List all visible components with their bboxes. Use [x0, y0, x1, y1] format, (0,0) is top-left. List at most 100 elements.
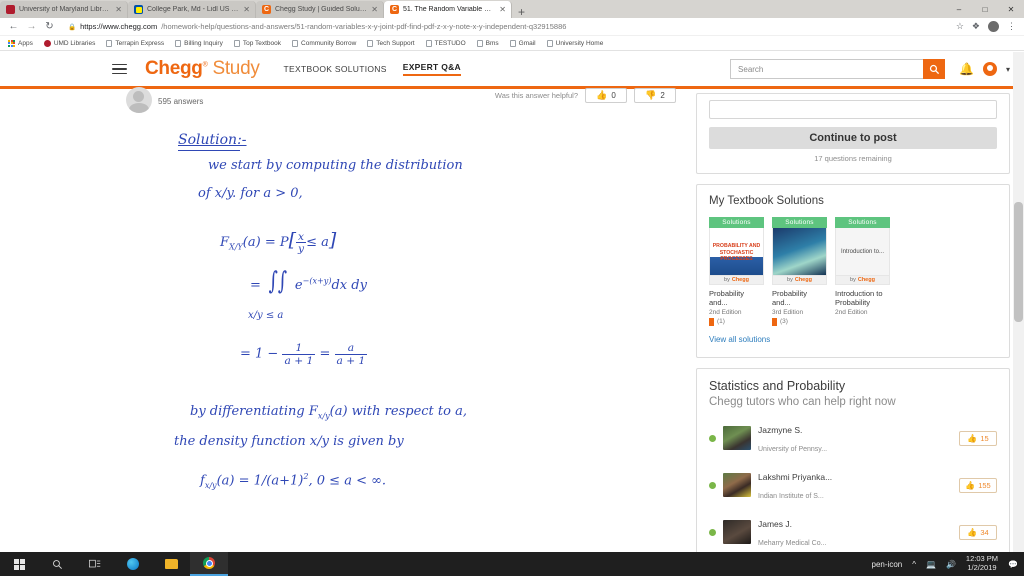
- textbook-item[interactable]: Solutions by Chegg Probability and... 3rd…: [772, 217, 827, 326]
- browser-tab-active[interactable]: C 51. The Random Variable X And ✕: [384, 1, 512, 18]
- pen-icon[interactable]: pen-icon: [872, 560, 903, 569]
- tutor-votes[interactable]: 👍 34: [959, 524, 997, 540]
- taskbar-app-edge[interactable]: [114, 552, 152, 576]
- browser-tab[interactable]: C Chegg Study | Guided Solutions : ✕: [256, 1, 384, 18]
- bookmark-umd-libraries[interactable]: UMD Libraries: [43, 39, 95, 47]
- close-icon[interactable]: ✕: [371, 5, 378, 14]
- question-input[interactable]: [709, 100, 997, 119]
- volume-icon[interactable]: 🔊: [946, 560, 956, 569]
- thumbs-up-button[interactable]: 👍 0: [585, 88, 627, 103]
- taskbar-clock[interactable]: 12:03 PM 1/2/2019: [966, 555, 998, 572]
- bookmark-top-textbook[interactable]: Top Textbook: [233, 39, 281, 47]
- forward-icon[interactable]: →: [26, 21, 37, 32]
- site-nav: TEXTBOOK SOLUTIONS EXPERT Q&A: [284, 62, 461, 76]
- chevron-up-icon[interactable]: ^: [912, 560, 916, 569]
- thumbs-up-icon: 👍: [965, 480, 976, 490]
- scrollbar-thumb[interactable]: [1014, 202, 1023, 322]
- thumbs-down-count: 2: [660, 91, 665, 100]
- search-button[interactable]: [923, 59, 946, 79]
- bookmark-star-icon[interactable]: ☆: [956, 21, 964, 32]
- search-icon: [52, 559, 62, 569]
- new-tab-button[interactable]: +: [518, 6, 525, 18]
- online-status-icon: [709, 481, 716, 489]
- bookmark-billing-inquiry[interactable]: Billing Inquiry: [175, 39, 223, 47]
- taskbar-app-chrome[interactable]: [190, 552, 228, 576]
- toolbar-actions: ☆ ❖ ⋮: [956, 21, 1016, 32]
- task-view-button[interactable]: [76, 552, 114, 576]
- textbook-item[interactable]: Solutions PROBABILITY AND STOCHASTIC PRO…: [709, 217, 764, 326]
- close-window-button[interactable]: ✕: [998, 0, 1024, 18]
- maximize-button[interactable]: □: [972, 0, 998, 18]
- tutor-item[interactable]: James J. Meharry Medical Co... 👍 34: [709, 514, 997, 550]
- action-center-icon[interactable]: 💬: [1008, 560, 1018, 569]
- tutors-title: Statistics and Probability: [709, 378, 846, 393]
- view-all-solutions-link[interactable]: View all solutions: [709, 335, 770, 344]
- taskbar-app-file-explorer[interactable]: [152, 552, 190, 576]
- close-icon[interactable]: ✕: [115, 5, 122, 14]
- eq1-relation: ≤ a: [306, 235, 329, 250]
- equation-3: = 1 − 1a + 1 = aa + 1: [240, 342, 368, 367]
- chegg-logo[interactable]: Chegg® Study: [145, 58, 260, 80]
- taskbar-search-button[interactable]: [38, 552, 76, 576]
- bookmark-bms[interactable]: Bms: [476, 39, 499, 47]
- thumbs-down-icon: 👎: [645, 90, 657, 100]
- minimize-button[interactable]: –: [946, 0, 972, 18]
- helpful-widget: Was this answer helpful? 👍 0 👎 2: [495, 88, 676, 103]
- cover-title: Introduction to...: [840, 248, 885, 255]
- tutor-item[interactable]: Lakshmi Priyanka... Indian Institute of …: [709, 467, 997, 503]
- tutor-vote-count: 15: [980, 433, 989, 443]
- continue-to-post-button[interactable]: Continue to post: [709, 127, 997, 149]
- eq3-f2-denominator: a + 1: [336, 353, 366, 367]
- reload-icon[interactable]: ↻: [44, 21, 55, 32]
- eq2-equals: =: [250, 278, 261, 293]
- line3-a: by differentiating F: [190, 404, 318, 419]
- bookmark-tech-support[interactable]: Tech Support: [367, 39, 415, 47]
- book-by-line: by Chegg: [835, 276, 890, 285]
- profile-avatar-icon[interactable]: [988, 21, 999, 32]
- book-edition: 3rd Edition: [772, 308, 804, 316]
- lock-icon: 🔒: [68, 23, 77, 31]
- textbook-item[interactable]: Solutions Introduction to... by Chegg Int…: [835, 217, 890, 326]
- tutor-avatar: [723, 520, 751, 545]
- search-input[interactable]: Search: [730, 59, 924, 79]
- tutor-item[interactable]: Jazmyne S. University of Pennsy... 👍 15: [709, 420, 997, 456]
- eq4-subscript: x/y: [204, 480, 217, 490]
- tutor-votes[interactable]: 👍 155: [959, 477, 997, 493]
- avatar: [126, 87, 152, 113]
- back-icon[interactable]: ←: [8, 21, 19, 32]
- nav-textbook-solutions[interactable]: TEXTBOOK SOLUTIONS: [284, 64, 387, 74]
- bookmark-label: Bms: [485, 39, 499, 47]
- page-scrollbar[interactable]: [1013, 52, 1024, 552]
- bookmark-community-borrow[interactable]: Community Borrow: [292, 39, 356, 47]
- bookmark-apps[interactable]: Apps: [8, 39, 33, 47]
- user-avatar-icon[interactable]: [982, 62, 997, 76]
- bookmark-terrapin-express[interactable]: Terrapin Express: [106, 39, 164, 47]
- bookmark-university-home[interactable]: University Home: [546, 39, 603, 47]
- tutor-info: Jazmyne S. University of Pennsy...: [758, 420, 952, 456]
- cover-title: PROBABILITY AND STOCHASTIC PROCESSES: [712, 243, 761, 263]
- tutor-votes[interactable]: 👍 15: [959, 430, 997, 446]
- network-icon[interactable]: 💻: [926, 560, 936, 569]
- hamburger-icon[interactable]: [112, 63, 127, 75]
- start-button[interactable]: [0, 552, 38, 576]
- browser-tab[interactable]: University of Maryland Libraries ✕: [0, 1, 128, 18]
- tutor-school: Meharry Medical Co...: [758, 540, 827, 548]
- line3-subscript: x/y: [317, 411, 330, 421]
- chrome-menu-icon[interactable]: ⋮: [1007, 21, 1016, 32]
- thumbs-down-button[interactable]: 👎 2: [634, 88, 676, 103]
- bell-icon[interactable]: 🔔: [959, 62, 974, 76]
- file-explorer-icon: [164, 559, 178, 569]
- bookmark-testudo[interactable]: TESTUDO: [425, 39, 466, 47]
- address-bar[interactable]: 🔒 https://www.chegg.com/homework-help/qu…: [62, 19, 949, 34]
- textbook-card-title: My Textbook Solutions: [709, 195, 824, 207]
- umd-icon: [43, 39, 51, 47]
- extension-icon[interactable]: ❖: [972, 21, 980, 32]
- magnifier-icon: [929, 64, 939, 74]
- book-count: (3): [780, 318, 788, 326]
- nav-expert-qa[interactable]: EXPERT Q&A: [402, 62, 461, 76]
- close-icon[interactable]: ✕: [499, 5, 506, 14]
- chevron-down-icon[interactable]: ▾: [1006, 65, 1010, 74]
- browser-tab[interactable]: College Park, Md - Lidl US Jobs ✕: [128, 1, 256, 18]
- close-icon[interactable]: ✕: [243, 5, 250, 14]
- bookmark-gmail[interactable]: Gmail: [509, 39, 536, 47]
